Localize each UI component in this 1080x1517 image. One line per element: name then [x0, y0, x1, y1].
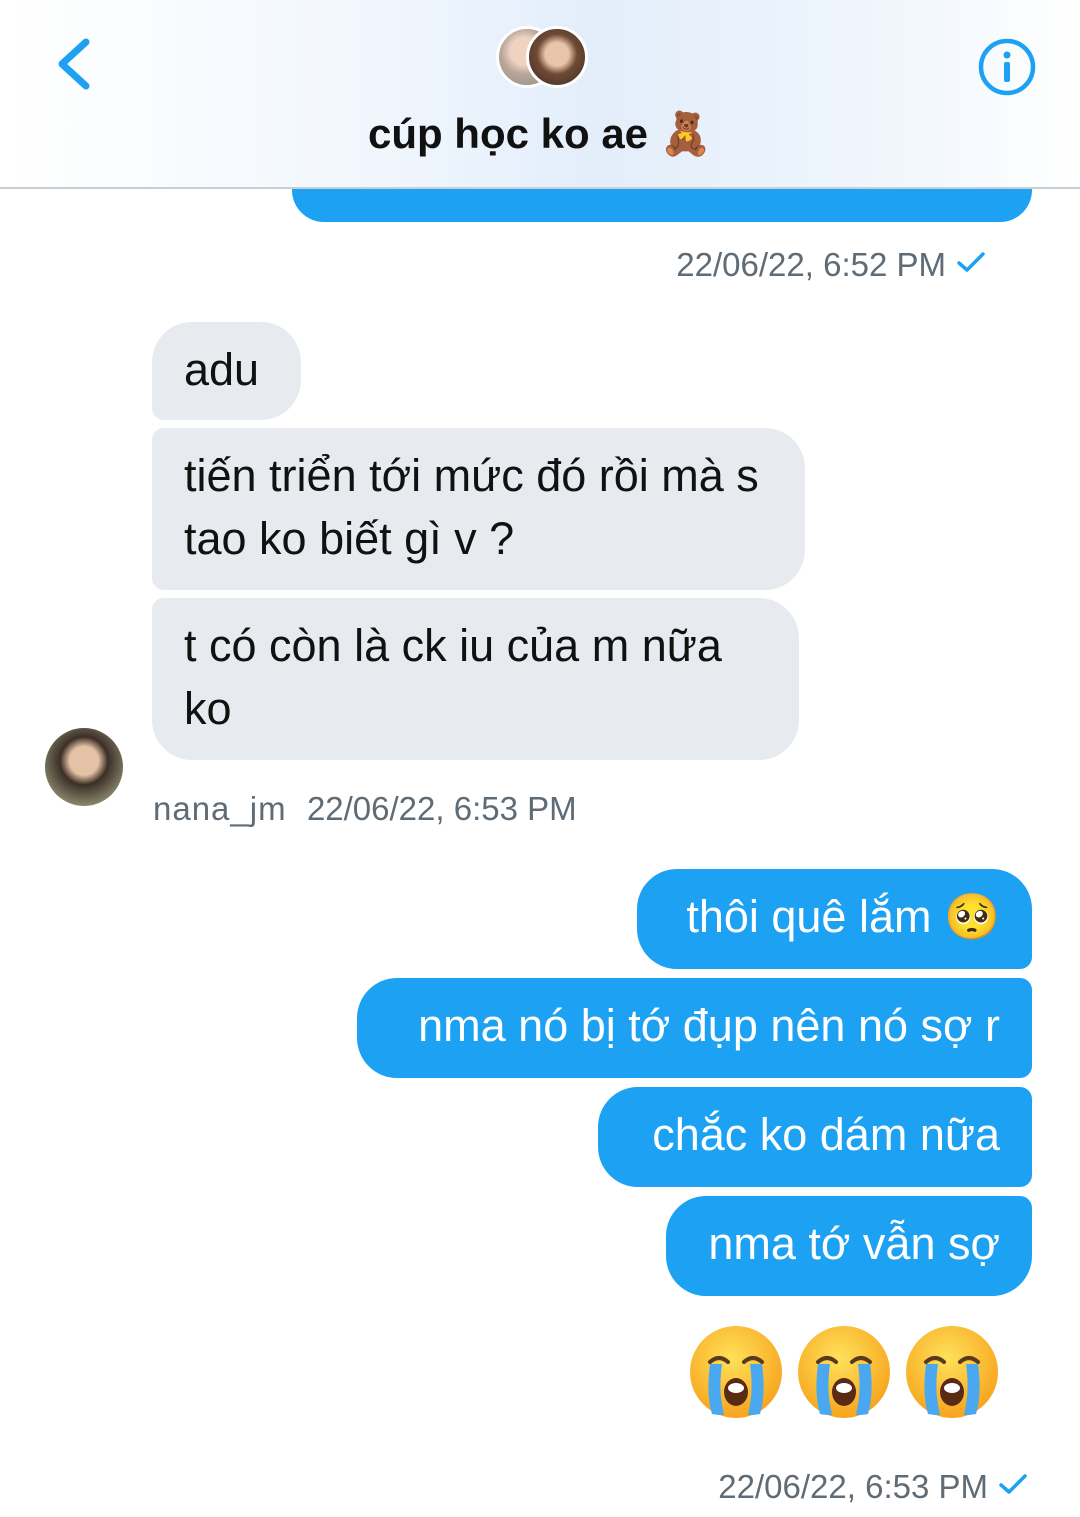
sender-meta: nana_jm 22/06/22, 6:53 PM [153, 790, 577, 828]
outgoing-message[interactable]: thôi quê lắm 🥺 [637, 869, 1032, 969]
chevron-left-icon [58, 38, 90, 90]
page-title[interactable]: cúp học ko ae 🧸 [0, 110, 1080, 159]
message-timestamp: 22/06/22, 6:52 PM [676, 246, 986, 284]
incoming-message[interactable]: t có còn là ck iu của m nữa ko [152, 598, 799, 760]
conversation-header: cúp học ko ae 🧸 [0, 0, 1080, 189]
info-icon [978, 38, 1036, 96]
crying-face-icon [690, 1326, 782, 1418]
outgoing-message[interactable]: nma nó bị tớ đụp nên nó sợ r [357, 978, 1032, 1078]
avatar[interactable] [45, 728, 123, 806]
sender-name[interactable]: nana_jm [153, 790, 287, 827]
check-icon [999, 1474, 1027, 1494]
message-timestamp: 22/06/22, 6:53 PM [718, 1468, 1028, 1506]
back-button[interactable] [50, 36, 100, 92]
message-timestamp: 22/06/22, 6:53 PM [306, 790, 577, 827]
incoming-message[interactable]: adu [152, 322, 301, 420]
outgoing-message[interactable]: nma tớ vẫn sợ [666, 1196, 1032, 1296]
outgoing-message[interactable]: chắc ko dám nữa [598, 1087, 1032, 1187]
incoming-message[interactable]: tiến triển tới mức đó rồi mà s tao ko bi… [152, 428, 805, 590]
crying-face-icon [906, 1326, 998, 1418]
info-button[interactable] [977, 37, 1037, 97]
avatar [526, 26, 588, 88]
check-icon [957, 252, 985, 272]
crying-face-icon [798, 1326, 890, 1418]
outgoing-emoji-message[interactable] [686, 1322, 1002, 1422]
group-avatars[interactable] [496, 26, 588, 88]
